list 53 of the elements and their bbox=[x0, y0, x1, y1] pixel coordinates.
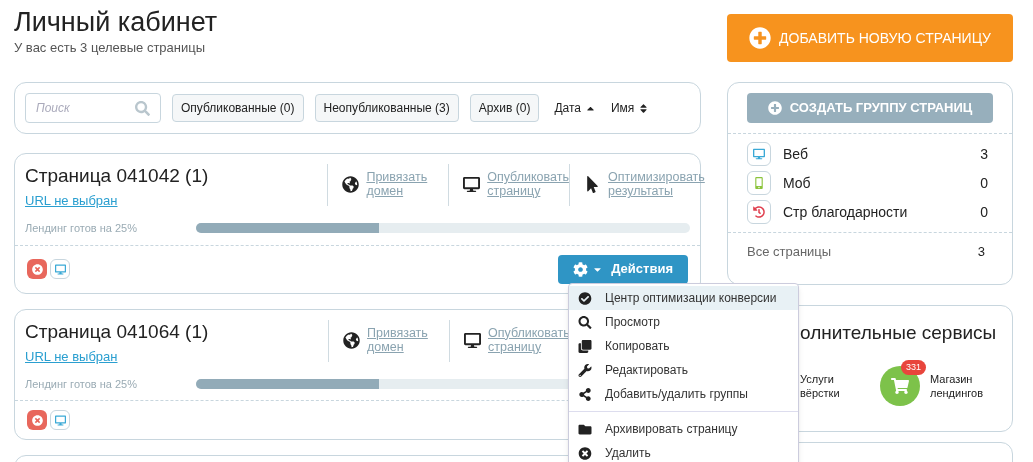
all-pages-count: 3 bbox=[977, 243, 985, 261]
all-pages-label[interactable]: Все страницы bbox=[747, 242, 832, 262]
search-icon bbox=[578, 315, 592, 329]
menu-item[interactable]: Удалить bbox=[569, 441, 798, 462]
sort-button[interactable]: Имя bbox=[610, 99, 650, 117]
menu-item[interactable]: Копировать bbox=[569, 334, 798, 358]
progress-label: Лендинг готов на 25% bbox=[25, 221, 138, 236]
group-label[interactable]: Веб bbox=[783, 143, 808, 165]
progress-label: Лендинг готов на 25% bbox=[25, 376, 138, 392]
monitor-icon bbox=[747, 142, 771, 166]
service-label[interactable]: Услуги вёрстки bbox=[800, 371, 862, 400]
filter-tab[interactable]: Опубликованные (0) bbox=[172, 94, 304, 122]
service-label[interactable]: Магазин лендингов bbox=[930, 371, 992, 400]
cursor-icon bbox=[584, 176, 601, 193]
menu-item[interactable]: Центр оптимизации конверсии bbox=[569, 286, 798, 310]
group-count: 0 bbox=[980, 173, 988, 193]
gear-icon bbox=[573, 261, 589, 277]
close-badge-icon bbox=[27, 410, 47, 430]
menu-item[interactable]: Добавить/удалить группы bbox=[569, 382, 798, 406]
search-icon bbox=[135, 100, 150, 116]
group-label[interactable]: Стр благодарности bbox=[783, 201, 908, 223]
copy-icon bbox=[578, 339, 592, 353]
monitor-icon bbox=[464, 331, 481, 349]
filter-tab[interactable]: Архив (0) bbox=[469, 94, 540, 122]
cart-icon bbox=[891, 376, 909, 395]
globe-icon bbox=[342, 176, 360, 193]
group-label[interactable]: Моб bbox=[783, 172, 811, 194]
group-count: 0 bbox=[980, 202, 988, 222]
close-badge-icon bbox=[27, 259, 47, 279]
page-title: Личный кабинет bbox=[14, 6, 219, 38]
history-icon bbox=[747, 200, 771, 224]
monitor-icon bbox=[463, 176, 481, 193]
sort-button[interactable]: Дата bbox=[554, 99, 596, 117]
search-field[interactable]: Поиск bbox=[25, 93, 161, 123]
phone-icon bbox=[747, 171, 771, 195]
monitor-icon bbox=[50, 410, 70, 430]
folder-icon bbox=[578, 422, 592, 436]
menu-item[interactable]: Архивировать страницу bbox=[569, 417, 798, 441]
count-badge: 331 bbox=[901, 359, 927, 375]
page-title: Страница 041064 (1) bbox=[25, 319, 210, 344]
group-count: 3 bbox=[980, 144, 988, 164]
page-title: Страница 041042 (1) bbox=[25, 164, 210, 188]
services-title: олнительные сервисы bbox=[800, 321, 998, 345]
page-subtitle: У вас есть 3 целевые страницы bbox=[14, 39, 207, 57]
sort-icon bbox=[638, 102, 650, 114]
share-icon bbox=[578, 387, 592, 401]
monitor-icon bbox=[50, 259, 70, 279]
filter-tab[interactable]: Неопубликованные (3) bbox=[314, 94, 459, 122]
search-input[interactable]: Поиск bbox=[36, 99, 135, 117]
menu-item[interactable]: Редактировать bbox=[569, 358, 798, 382]
menu-item[interactable]: Просмотр bbox=[569, 310, 798, 334]
globe-icon bbox=[343, 331, 360, 349]
wrench-icon bbox=[578, 363, 592, 377]
